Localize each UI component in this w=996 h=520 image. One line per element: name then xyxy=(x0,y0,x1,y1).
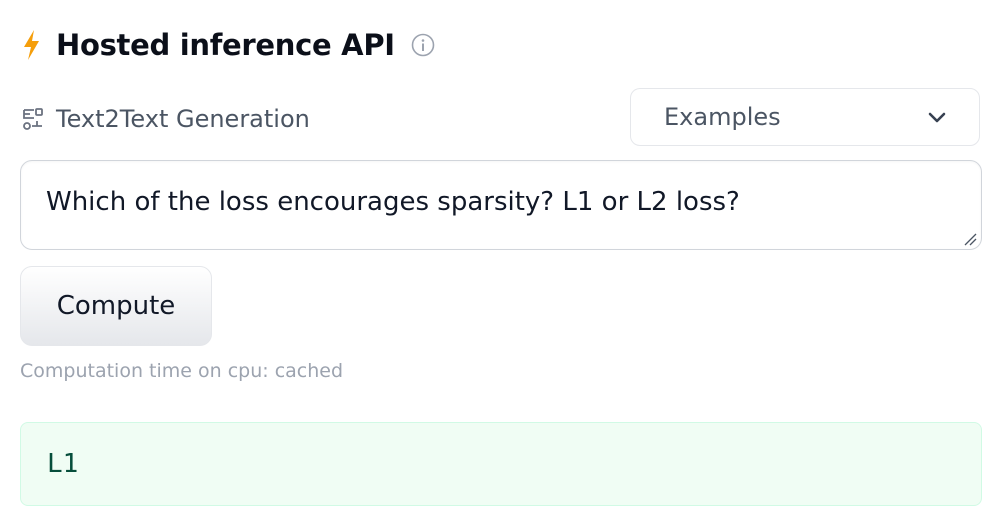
input-text[interactable]: Which of the loss encourages sparsity? L… xyxy=(46,187,740,217)
task-label: Text2Text Generation xyxy=(56,105,310,133)
output-box: L1 xyxy=(20,422,982,506)
examples-label: Examples xyxy=(664,103,781,131)
output-text: L1 xyxy=(47,449,79,479)
lightning-bolt-icon xyxy=(20,28,42,62)
resize-handle-icon[interactable] xyxy=(963,231,977,246)
widget-title: Hosted inference API xyxy=(56,28,395,62)
widget-header: Hosted inference API xyxy=(20,24,435,66)
text-input[interactable]: Which of the loss encourages sparsity? L… xyxy=(20,160,982,250)
task-type: Text2Text Generation xyxy=(20,102,310,136)
compute-button[interactable]: Compute xyxy=(20,266,212,346)
examples-dropdown[interactable]: Examples xyxy=(630,88,980,146)
computation-time-text: Computation time on cpu: cached xyxy=(20,360,344,382)
chevron-down-icon xyxy=(925,105,949,129)
text-generation-icon xyxy=(20,106,46,132)
info-icon[interactable] xyxy=(411,33,435,57)
